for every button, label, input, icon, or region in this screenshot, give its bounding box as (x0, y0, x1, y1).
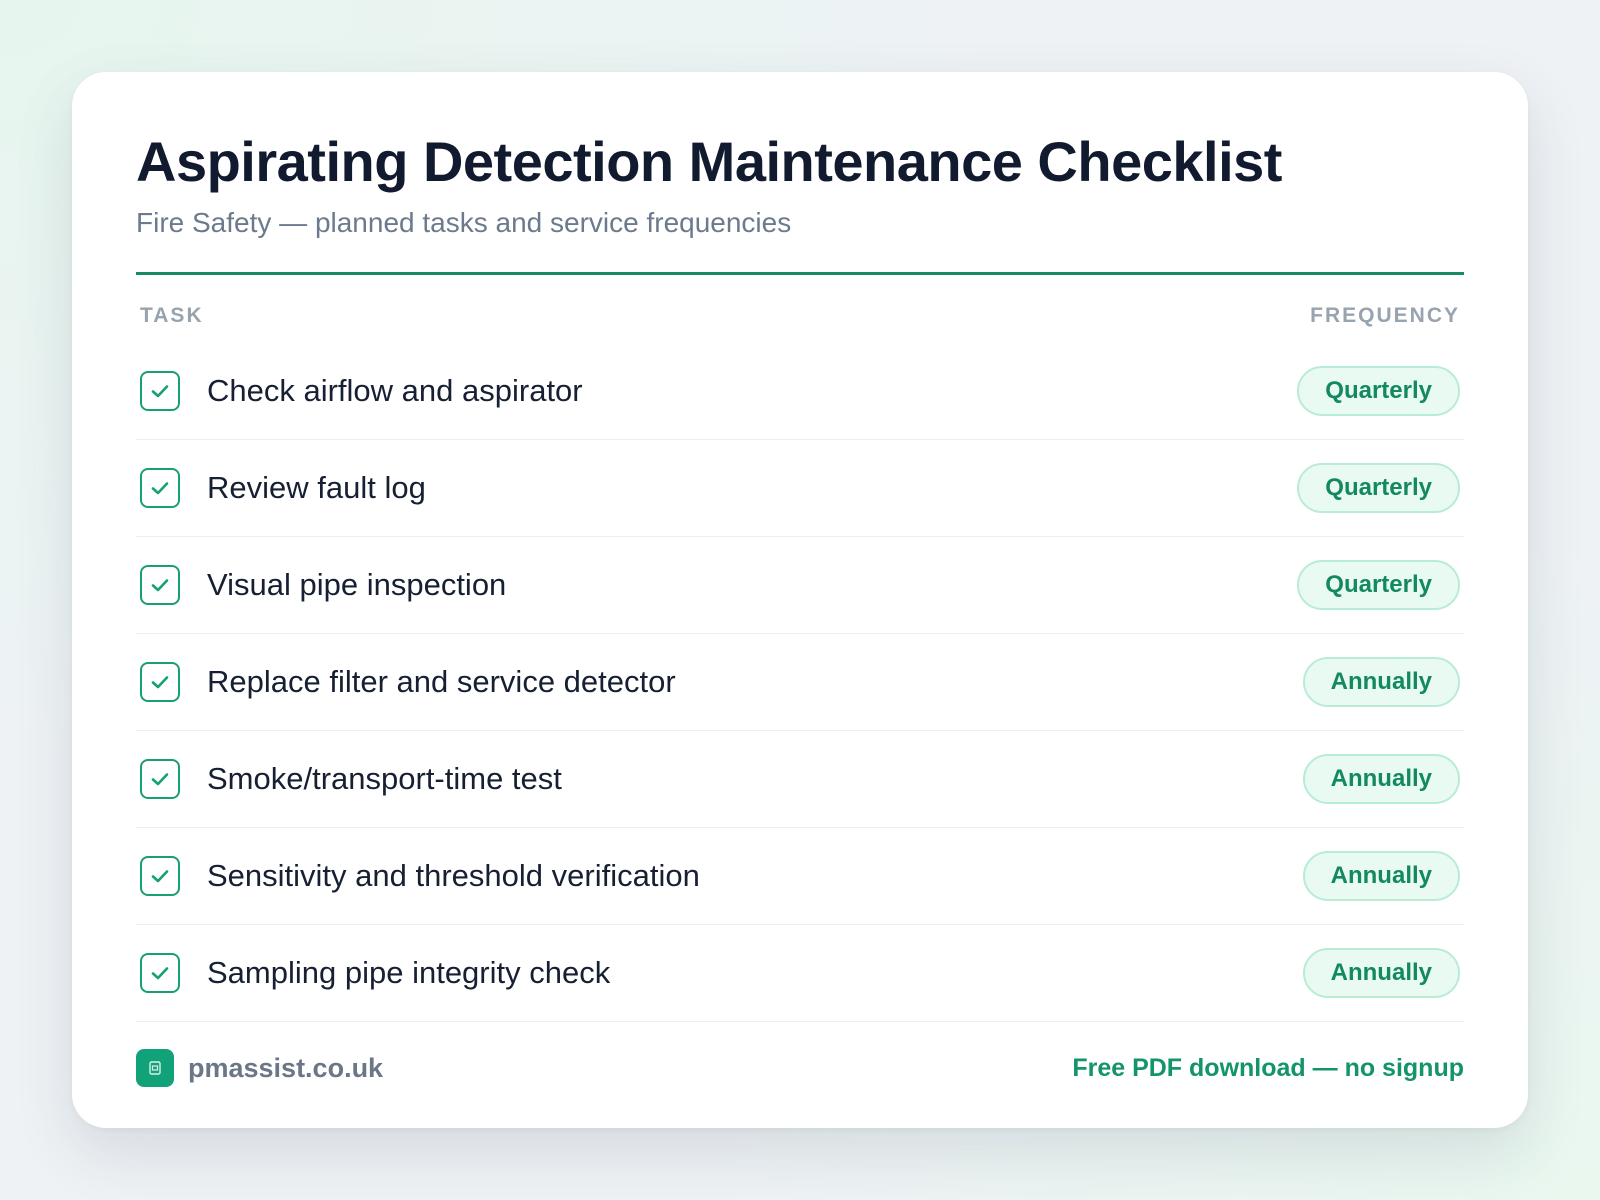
page-title: Aspirating Detection Maintenance Checkli… (136, 130, 1282, 193)
checkbox[interactable] (140, 662, 180, 702)
checkbox[interactable] (140, 565, 180, 605)
task-row: Replace filter and service detector Annu… (136, 634, 1464, 731)
task-label: Sensitivity and threshold verification (207, 858, 700, 893)
frequency-badge: Quarterly (1297, 463, 1460, 513)
header-divider (136, 272, 1464, 275)
document-icon (136, 1049, 174, 1087)
checkmark-icon (151, 676, 169, 689)
frequency-badge: Annually (1302, 851, 1460, 901)
card-footer: pmassist.co.uk Free PDF download — no si… (136, 1046, 1464, 1090)
checkmark-icon (151, 385, 169, 398)
checkmark-icon (151, 870, 169, 883)
task-label: Smoke/transport-time test (207, 761, 562, 796)
checkbox[interactable] (140, 371, 180, 411)
checkmark-icon (151, 482, 169, 495)
checkmark-icon (151, 967, 169, 980)
frequency-badge: Quarterly (1297, 560, 1460, 610)
task-label: Review fault log (207, 470, 426, 505)
task-label: Check airflow and aspirator (207, 373, 583, 408)
checkmark-icon (151, 773, 169, 786)
checkbox[interactable] (140, 953, 180, 993)
column-headers: TASK FREQUENCY (136, 301, 1464, 331)
checkbox[interactable] (140, 468, 180, 508)
frequency-badge: Annually (1302, 948, 1460, 998)
checklist-card: Aspirating Detection Maintenance Checkli… (72, 72, 1528, 1128)
task-row: Review fault log Quarterly (136, 440, 1464, 537)
frequency-badge: Quarterly (1297, 366, 1460, 416)
page-subtitle: Fire Safety — planned tasks and service … (136, 207, 792, 238)
task-row: Smoke/transport-time test Annually (136, 731, 1464, 828)
frequency-badge: Annually (1302, 657, 1460, 707)
checkbox[interactable] (140, 856, 180, 896)
frequency-badge: Annually (1302, 754, 1460, 804)
task-label: Replace filter and service detector (207, 664, 676, 699)
brand-name: pmassist.co.uk (188, 1052, 384, 1083)
task-row: Sampling pipe integrity check Annually (136, 925, 1464, 1022)
checkbox[interactable] (140, 759, 180, 799)
checkmark-icon (151, 579, 169, 592)
task-column-header: TASK (140, 304, 204, 327)
task-label: Visual pipe inspection (207, 567, 507, 602)
task-label: Sampling pipe integrity check (207, 955, 611, 990)
download-link[interactable]: Free PDF download — no signup (1072, 1054, 1464, 1083)
task-row: Visual pipe inspection Quarterly (136, 537, 1464, 634)
task-list: Check airflow and aspirator Quarterly Re… (136, 343, 1464, 1022)
task-row: Check airflow and aspirator Quarterly (136, 343, 1464, 440)
brand-link[interactable]: pmassist.co.uk (136, 1049, 383, 1087)
task-row: Sensitivity and threshold verification A… (136, 828, 1464, 925)
frequency-column-header: FREQUENCY (1310, 304, 1460, 327)
